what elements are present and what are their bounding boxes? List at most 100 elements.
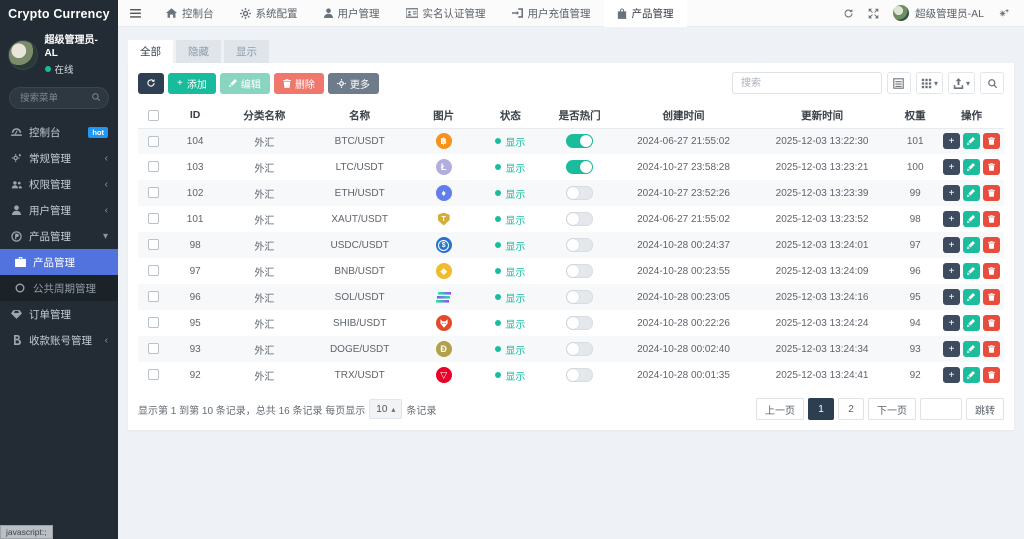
sidebar-subitem-产品管理[interactable]: 产品管理 bbox=[0, 249, 118, 275]
sidebar-item-收款账号管理[interactable]: 收款账号管理 ‹ bbox=[0, 327, 118, 353]
columns-dropdown-icon[interactable]: ▾ bbox=[915, 72, 943, 94]
clear-cache-icon[interactable] bbox=[843, 8, 854, 19]
hot-toggle[interactable] bbox=[566, 238, 594, 252]
row-add-button[interactable]: + bbox=[942, 315, 960, 331]
col-hot[interactable]: 是否热门 bbox=[544, 103, 615, 129]
toggle-view-icon[interactable] bbox=[886, 72, 911, 94]
col-status[interactable]: 状态 bbox=[475, 103, 545, 129]
export-dropdown-icon[interactable]: ▾ bbox=[947, 72, 975, 94]
avatar[interactable] bbox=[8, 40, 38, 70]
prev-page-button[interactable]: 上一页 bbox=[756, 398, 804, 420]
row-checkbox[interactable] bbox=[148, 239, 160, 251]
hot-toggle[interactable] bbox=[566, 290, 594, 304]
row-checkbox[interactable] bbox=[148, 161, 160, 173]
row-checkbox[interactable] bbox=[148, 135, 160, 147]
row-add-button[interactable]: + bbox=[942, 341, 960, 357]
row-delete-button[interactable] bbox=[982, 367, 1000, 383]
nav-tab-产品管理[interactable]: 产品管理 bbox=[603, 0, 687, 27]
sidebar-item-常规管理[interactable]: 常规管理 ‹ bbox=[0, 145, 118, 171]
add-button[interactable]: + 添加 bbox=[168, 72, 216, 94]
row-delete-button[interactable] bbox=[982, 211, 1000, 227]
hot-toggle[interactable] bbox=[566, 316, 594, 330]
row-delete-button[interactable] bbox=[982, 237, 1000, 253]
nav-tab-用户管理[interactable]: 用户管理 bbox=[311, 0, 393, 27]
hot-toggle[interactable] bbox=[566, 134, 594, 149]
row-edit-button[interactable] bbox=[962, 367, 980, 383]
col-created[interactable]: 创建时间 bbox=[614, 103, 753, 129]
row-edit-button[interactable] bbox=[962, 133, 980, 150]
nav-tab-实名认证管理[interactable]: 实名认证管理 bbox=[393, 0, 499, 27]
row-delete-button[interactable] bbox=[982, 159, 1000, 175]
row-checkbox[interactable] bbox=[148, 317, 160, 329]
row-add-button[interactable]: + bbox=[942, 133, 960, 150]
hot-toggle[interactable] bbox=[566, 342, 594, 356]
row-checkbox[interactable] bbox=[148, 187, 160, 199]
tab-all[interactable]: 全部 bbox=[128, 40, 173, 63]
sidebar-item-订单管理[interactable]: 订单管理 bbox=[0, 301, 118, 327]
row-checkbox[interactable] bbox=[148, 369, 160, 381]
jump-button[interactable]: 跳转 bbox=[966, 398, 1004, 420]
row-delete-button[interactable] bbox=[982, 289, 1000, 305]
delete-button[interactable]: 删除 bbox=[273, 72, 324, 94]
row-edit-button[interactable] bbox=[962, 211, 980, 227]
hamburger-icon[interactable] bbox=[118, 8, 153, 18]
next-page-button[interactable]: 下一页 bbox=[868, 398, 916, 420]
row-delete-button[interactable] bbox=[982, 315, 1000, 331]
row-add-button[interactable]: + bbox=[942, 211, 960, 227]
row-add-button[interactable]: + bbox=[942, 185, 960, 201]
col-weight[interactable]: 权重 bbox=[891, 103, 939, 129]
select-all-checkbox[interactable] bbox=[148, 109, 160, 121]
hot-toggle[interactable] bbox=[566, 368, 594, 382]
table-search-input[interactable] bbox=[731, 72, 882, 94]
nav-tab-用户充值管理[interactable]: 用户充值管理 bbox=[499, 0, 604, 27]
sidebar-subitem-公共周期管理[interactable]: 公共周期管理 bbox=[0, 275, 118, 301]
row-edit-button[interactable] bbox=[962, 263, 980, 279]
more-button[interactable]: 更多 bbox=[327, 72, 379, 94]
row-edit-button[interactable] bbox=[962, 341, 980, 357]
col-name[interactable]: 名称 bbox=[307, 103, 412, 129]
sidebar-item-控制台[interactable]: 控制台 hot bbox=[0, 119, 118, 145]
row-edit-button[interactable] bbox=[962, 289, 980, 305]
row-delete-button[interactable] bbox=[982, 263, 1000, 279]
nav-tab-系统配置[interactable]: 系统配置 bbox=[227, 0, 311, 27]
row-checkbox[interactable] bbox=[148, 265, 160, 277]
refresh-button[interactable] bbox=[138, 72, 164, 94]
edit-button[interactable]: 编辑 bbox=[219, 72, 270, 94]
row-delete-button[interactable] bbox=[982, 341, 1000, 357]
row-edit-button[interactable] bbox=[962, 315, 980, 331]
hot-toggle[interactable] bbox=[566, 264, 594, 278]
navbar-user[interactable]: 超级管理员-AL bbox=[893, 5, 984, 21]
row-add-button[interactable]: + bbox=[942, 367, 960, 383]
col-category[interactable]: 分类名称 bbox=[221, 103, 308, 129]
row-add-button[interactable]: + bbox=[942, 289, 960, 305]
row-edit-button[interactable] bbox=[962, 185, 980, 201]
col-updated[interactable]: 更新时间 bbox=[752, 103, 892, 129]
row-delete-button[interactable] bbox=[982, 133, 1000, 150]
hot-toggle[interactable] bbox=[566, 212, 594, 226]
settings-gears-icon[interactable] bbox=[998, 8, 1010, 19]
row-edit-button[interactable] bbox=[962, 159, 980, 175]
tab-hidden[interactable]: 隐藏 bbox=[176, 40, 221, 63]
page-button-2[interactable]: 2 bbox=[838, 398, 864, 420]
row-checkbox[interactable] bbox=[148, 291, 160, 303]
sidebar-item-权限管理[interactable]: 权限管理 ‹ bbox=[0, 171, 118, 197]
nav-tab-控制台[interactable]: 控制台 bbox=[153, 0, 227, 27]
hot-toggle[interactable] bbox=[566, 186, 594, 200]
search-toggle-icon[interactable] bbox=[980, 72, 1004, 94]
page-button-1[interactable]: 1 bbox=[808, 398, 834, 420]
row-delete-button[interactable] bbox=[982, 185, 1000, 201]
row-checkbox[interactable] bbox=[148, 213, 160, 225]
row-add-button[interactable]: + bbox=[942, 263, 960, 279]
row-add-button[interactable]: + bbox=[942, 159, 960, 175]
col-id[interactable]: ID bbox=[169, 103, 222, 129]
sidebar-item-用户管理[interactable]: 用户管理 ‹ bbox=[0, 197, 118, 223]
tab-visible[interactable]: 显示 bbox=[224, 40, 269, 63]
sidebar-item-产品管理[interactable]: 产品管理 ▾ bbox=[0, 223, 118, 249]
row-checkbox[interactable] bbox=[148, 343, 160, 355]
fullscreen-icon[interactable] bbox=[868, 8, 879, 19]
row-add-button[interactable]: + bbox=[942, 237, 960, 253]
page-size-select[interactable]: 10 ▴ bbox=[369, 399, 403, 419]
jump-page-input[interactable] bbox=[920, 398, 962, 420]
hot-toggle[interactable] bbox=[566, 160, 594, 174]
row-edit-button[interactable] bbox=[962, 237, 980, 253]
